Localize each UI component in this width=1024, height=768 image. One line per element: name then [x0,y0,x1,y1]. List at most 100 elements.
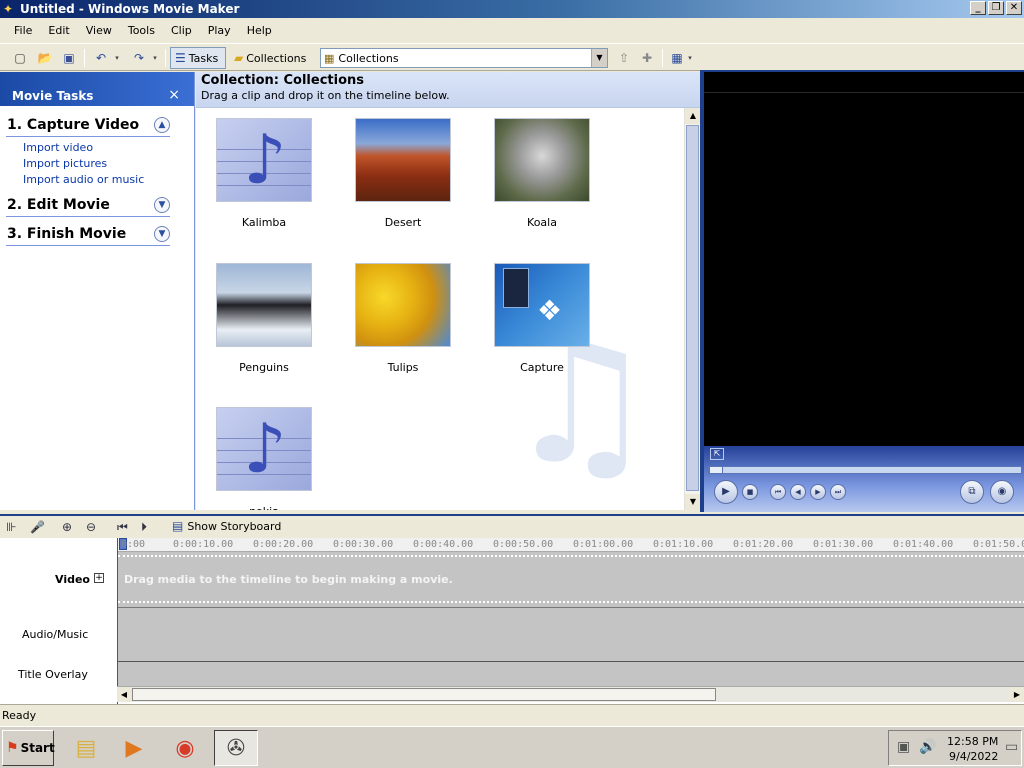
task-section-title: 1. Capture Video [7,117,140,133]
chevron-down-icon[interactable]: ▼ [154,226,170,242]
clip-kalimba[interactable]: ♪ Kalimba [216,118,312,229]
split-clip-icon[interactable]: ⧉ [960,480,984,504]
menu-view[interactable]: View [78,24,120,37]
menu-file[interactable]: File [6,24,40,37]
set-audio-levels-icon[interactable]: ⊪ [6,520,16,534]
show-storyboard-button[interactable]: ▤ Show Storyboard [172,519,281,533]
chevron-down-icon[interactable]: ▼ [154,197,170,213]
menu-tools[interactable]: Tools [120,24,163,37]
redo-dropdown-icon[interactable]: ▾ [151,48,159,68]
expand-track-icon[interactable]: + [94,573,104,583]
title-bar: ✦ Untitled - Windows Movie Maker _ ❐ ✕ [0,0,1024,18]
video-track-border-top [118,555,1024,557]
file-explorer-icon[interactable]: ▤ [64,730,108,766]
undo-dropdown-icon[interactable]: ▾ [113,48,121,68]
video-track[interactable]: Drag media to the timeline to begin maki… [118,552,1024,608]
scroll-down-icon[interactable]: ▼ [685,494,701,510]
stop-icon[interactable]: ■ [742,484,758,500]
collection-scrollbar[interactable]: ▲ ▼ [684,108,701,510]
views-dropdown-icon[interactable]: ▾ [686,48,694,68]
new-project-icon[interactable]: ▢ [12,48,28,68]
seek-bar[interactable] [708,466,1022,474]
rewind-timeline-icon[interactable]: ⏮ [117,520,128,535]
time-ruler[interactable]: 0:00 0:00:10.00 0:00:20.00 0:00:30.00 0:… [118,538,1024,552]
menu-edit[interactable]: Edit [40,24,77,37]
storyboard-icon: ▤ [172,519,184,533]
volume-icon[interactable]: 🔊 [919,739,936,755]
menu-help[interactable]: Help [239,24,280,37]
chevron-up-icon[interactable]: ▲ [154,117,170,133]
collections-dropdown[interactable]: ▦ Collections ▼ [320,48,608,68]
scroll-up-icon[interactable]: ▲ [685,108,701,124]
title-overlay-track[interactable] [118,662,1024,686]
close-button[interactable]: ✕ [1006,1,1022,15]
import-pictures-link[interactable]: Import pictures [23,156,194,172]
fast-forward-icon[interactable]: ▶ [810,484,826,500]
minimize-button[interactable]: _ [970,1,986,15]
scroll-thumb[interactable] [686,125,699,491]
playback-controls: ⇱ ▶ ■ ⏮ ◀ ▶ ⏭ ⧉ ◉ [704,446,1024,512]
narrate-timeline-icon[interactable]: 🎤 [30,520,45,534]
clip-label: Desert [384,216,422,229]
clip-thumbnail: ♪ [216,407,312,491]
undo-icon[interactable]: ↶ [92,48,110,68]
audio-track[interactable] [118,608,1024,662]
camera-snapshot-icon[interactable]: ◉ [990,480,1014,504]
media-player-icon[interactable]: ▶ [112,730,156,766]
tasks-button[interactable]: ☰ Tasks [170,47,226,69]
chrome-icon[interactable]: ◉ [163,730,207,766]
rewind-icon[interactable]: ◀ [790,484,806,500]
tasks-label: Tasks [188,51,219,65]
clock-date[interactable]: 9/4/2022 [949,750,998,763]
video-track-message: Drag media to the timeline to begin maki… [124,573,453,586]
save-project-icon[interactable]: ▣ [60,48,78,68]
video-track-border-bottom [118,601,1024,603]
scroll-thumb[interactable] [132,688,716,701]
clip-tulips[interactable]: Tulips [355,263,451,374]
network-icon[interactable]: ▣ [897,739,910,755]
views-icon[interactable]: ▦ [670,48,684,68]
ruler-tick: 0:01:10.00 [653,539,714,550]
chevron-down-icon[interactable]: ▼ [591,49,607,67]
import-video-link[interactable]: Import video [23,140,194,156]
new-collection-folder-icon[interactable]: ✚ [638,48,656,68]
open-project-icon[interactable]: 📂 [36,48,54,68]
task-section-capture-video[interactable]: 1. Capture Video ▲ [6,112,170,137]
clip-nokia[interactable]: ♪ nokia [216,407,312,510]
task-section-edit-movie[interactable]: 2. Edit Movie ▼ [6,192,170,217]
scroll-right-icon[interactable]: ▶ [1010,687,1024,702]
play-timeline-icon[interactable]: ⏵ [141,520,147,535]
collections-button[interactable]: ▰ Collections [231,47,311,69]
seek-knob[interactable] [709,466,723,474]
movie-tasks-pane: Movie Tasks × 1. Capture Video ▲ Import … [0,72,195,510]
clip-penguins[interactable]: Penguins [216,263,312,374]
start-button[interactable]: ⚑ Start [2,730,55,766]
windows-logo-icon: ❖ [537,294,563,327]
next-frame-icon[interactable]: ⏭ [830,484,846,500]
clip-desert[interactable]: Desert [355,118,451,229]
zoom-in-icon[interactable]: ⊕ [62,520,72,534]
close-icon[interactable]: × [168,87,180,103]
clip-koala[interactable]: Koala [494,118,590,229]
previous-frame-icon[interactable]: ⏮ [770,484,786,500]
restore-button[interactable]: ❐ [988,1,1004,15]
play-icon[interactable]: ▶ [714,480,738,504]
movie-maker-taskbar-icon[interactable]: ✇ [214,730,258,766]
scroll-left-icon[interactable]: ◀ [117,687,131,702]
clock-time[interactable]: 12:58 PM [947,735,998,748]
show-desktop-icon[interactable]: ▭ [1005,739,1018,755]
menu-clip[interactable]: Clip [163,24,200,37]
timeline-scrollbar[interactable]: ◀ ▶ [117,686,1024,702]
windows-flag-icon: ⚑ [6,740,19,756]
import-audio-link[interactable]: Import audio or music [23,172,194,188]
fullscreen-icon[interactable]: ⇱ [710,448,724,460]
up-one-level-icon[interactable]: ⇧ [615,48,633,68]
clip-label: nokia [216,505,312,510]
collection-subtitle: Drag a clip and drop it on the timeline … [201,89,450,102]
zoom-out-icon[interactable]: ⊖ [86,520,96,534]
clip-capture[interactable]: ❖ Capture [494,263,590,374]
redo-icon[interactable]: ↷ [130,48,148,68]
status-text: Ready [2,709,37,722]
menu-play[interactable]: Play [200,24,239,37]
task-section-finish-movie[interactable]: 3. Finish Movie ▼ [6,221,170,246]
